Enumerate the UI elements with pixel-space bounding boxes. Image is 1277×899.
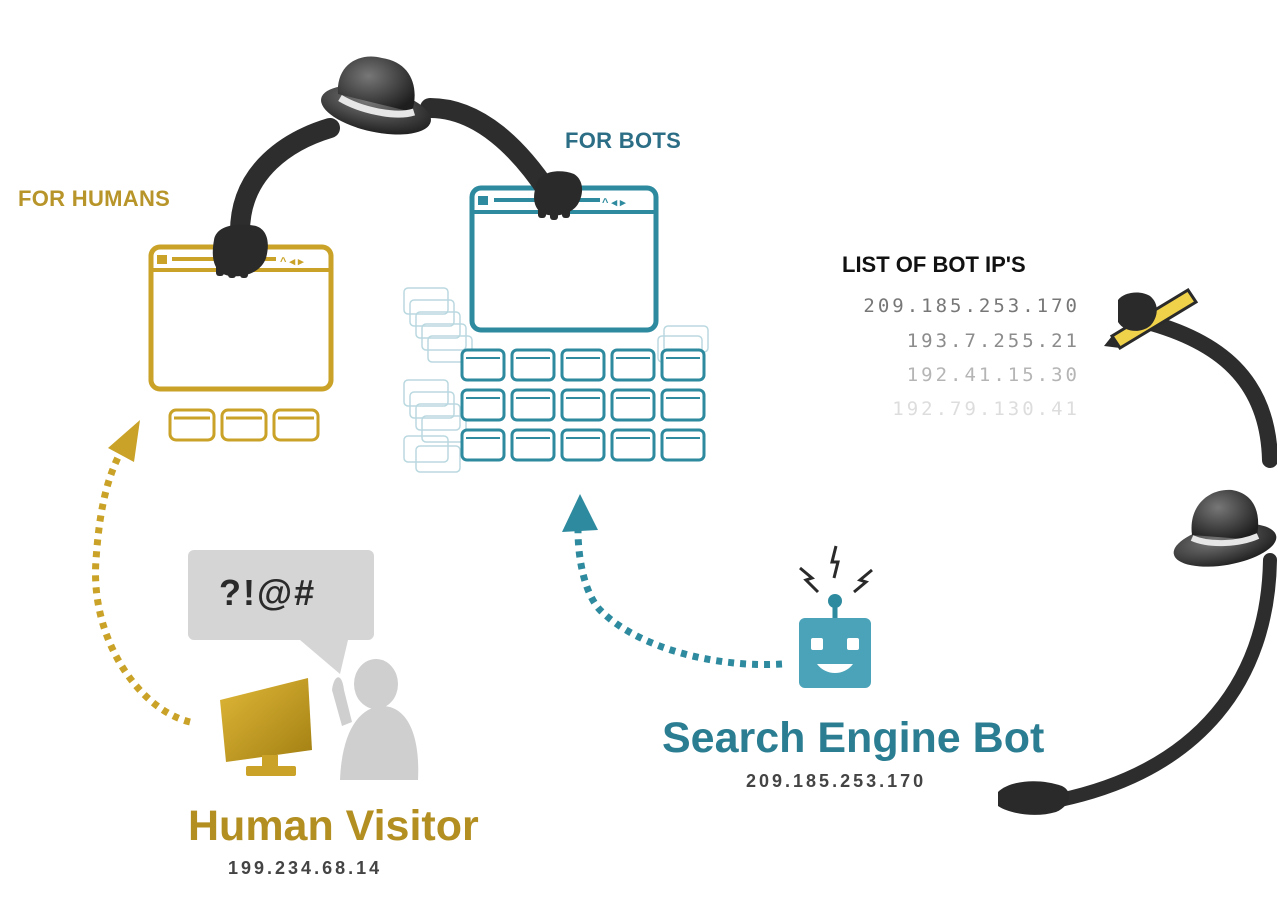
bot-ip-list-item: 192.41.15.30 — [906, 364, 1080, 386]
bot-ip-list-item: 192.79.130.41 — [892, 398, 1080, 420]
monitor-icon — [220, 678, 312, 776]
human-visitor-title: Human Visitor — [188, 802, 479, 850]
bot-ip-list-title: LIST OF BOT IP'S — [842, 252, 1026, 277]
bot-flow-arrow — [562, 494, 783, 669]
search-engine-bot-ip: 209.185.253.170 — [746, 771, 927, 791]
cloaking-diagram: ^ ◂ ▸ ^ ◂ ▸ FOR HUMANS FOR BOTS LIST OF … — [0, 0, 1277, 899]
human-pages — [168, 408, 320, 442]
human-visitor-ip: 199.234.68.14 — [228, 858, 383, 878]
gloved-hand-icon — [998, 781, 1070, 815]
svg-text:^ ◂ ▸: ^ ◂ ▸ — [602, 197, 626, 209]
for-humans-label: FOR HUMANS — [18, 186, 171, 211]
speech-bubble-text: ?!@# — [219, 572, 317, 613]
human-flow-arrow — [92, 420, 191, 726]
search-engine-bot-title: Search Engine Bot — [662, 714, 1045, 762]
person-icon — [332, 659, 419, 780]
for-bots-label: FOR BOTS — [565, 128, 682, 153]
bot-ip-list-item: 193.7.255.21 — [906, 330, 1080, 352]
bot-ip-list-item: 209.185.253.170 — [863, 295, 1080, 317]
robot-icon — [799, 545, 873, 688]
top-hat-icon — [1173, 489, 1277, 567]
svg-text:^ ◂ ▸: ^ ◂ ▸ — [280, 256, 304, 268]
